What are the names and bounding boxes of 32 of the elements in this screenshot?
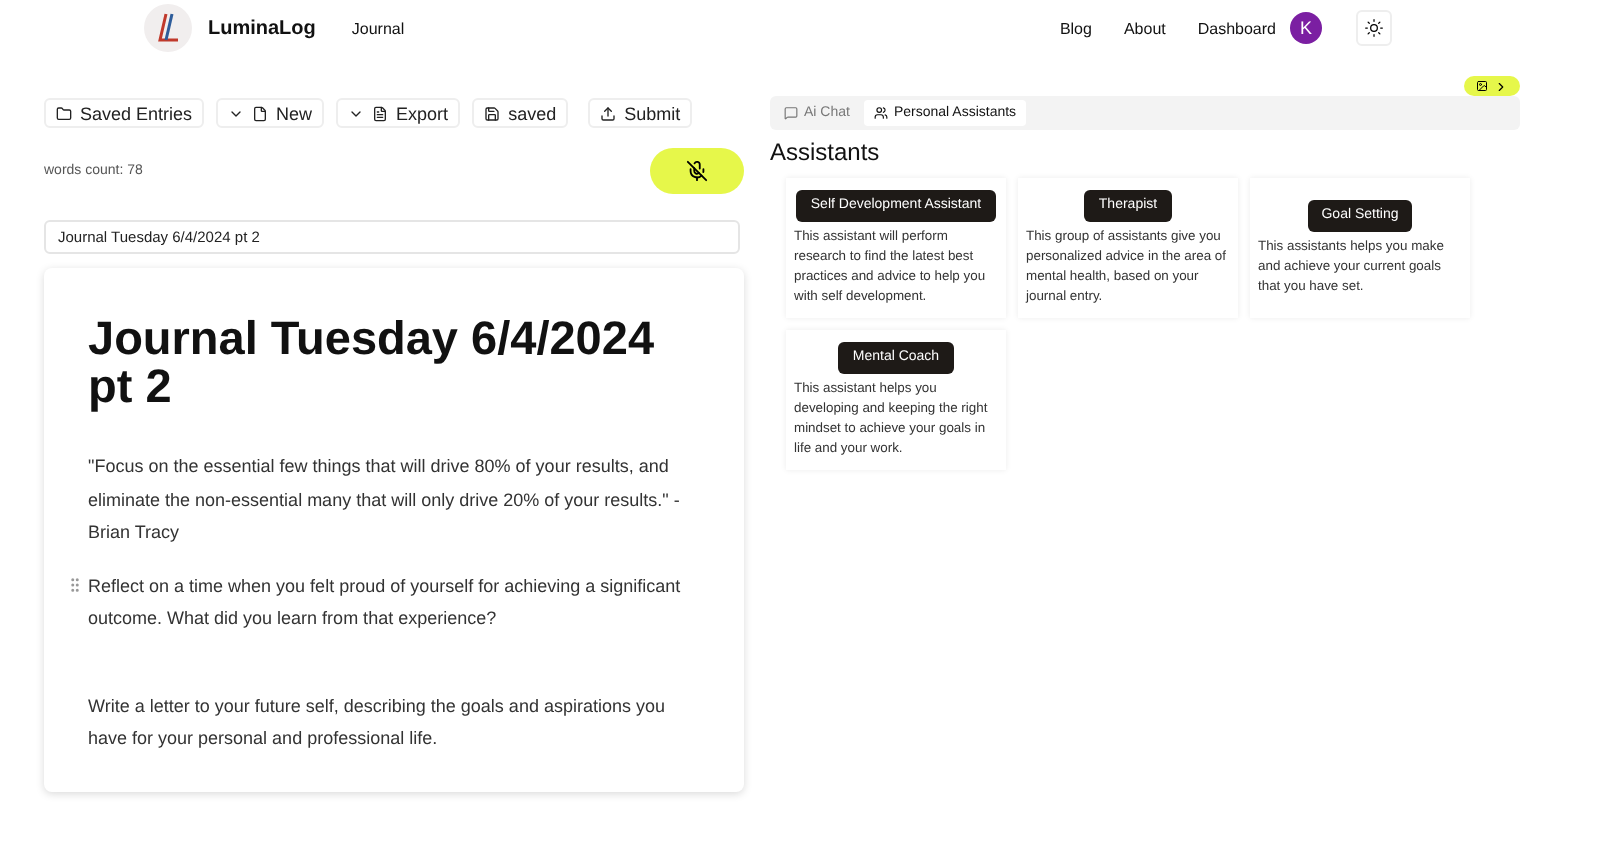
save-icon	[484, 105, 501, 121]
toolbar-button[interactable]: Export	[336, 98, 461, 128]
journal-paragraph: Write a letter to your future self, describing the goals and aspirations you have for your personal and professional life.	[88, 693, 667, 752]
toolbar-button[interactable]: Submit	[588, 98, 693, 128]
nav-link[interactable]: Blog	[1059, 19, 1092, 37]
file-icon	[252, 105, 269, 121]
journal-heading: Journal Tuesday 6/4/2024 pt 2	[88, 310, 657, 410]
drag-handle-icon[interactable]	[66, 575, 84, 593]
user-avatar[interactable]: K	[1290, 12, 1322, 44]
toolbar-button[interactable]: New	[216, 98, 325, 128]
folder-icon	[56, 105, 72, 121]
nav-link[interactable]: Journal	[351, 19, 405, 37]
nav-link[interactable]: About	[1123, 19, 1166, 37]
journal-paragraph: Reflect on a time when you felt proud of yourself for achieving a significant outcome. What did you learn from that experience?	[88, 569, 700, 635]
panel-toggle-button[interactable]	[1464, 76, 1520, 96]
nav-link[interactable]: Dashboard	[1197, 19, 1276, 37]
chat-icon	[784, 106, 798, 120]
section-heading: Assistants	[770, 138, 882, 166]
brand-name[interactable]: LuminaLog	[208, 17, 316, 39]
export-icon	[372, 105, 389, 121]
microphone-button[interactable]	[650, 148, 744, 194]
logo-icon[interactable]	[144, 4, 192, 52]
chevron-right-icon	[1494, 79, 1508, 93]
toolbar-button[interactable]: Saved Entries	[44, 98, 205, 128]
theme-toggle-button[interactable]	[1356, 10, 1392, 46]
people-icon	[873, 106, 888, 120]
sun-icon	[1364, 18, 1384, 38]
upload-icon	[600, 105, 617, 121]
microphone-off-icon	[686, 160, 708, 182]
image-icon	[1476, 80, 1488, 92]
journal-paragraph: "Focus on the essential few things that will drive 80% of your results, and eliminate the non-essential many that will only drive 20% of your results." - Brian Tracy	[88, 454, 682, 546]
toolbar-button[interactable]: saved	[472, 98, 569, 128]
